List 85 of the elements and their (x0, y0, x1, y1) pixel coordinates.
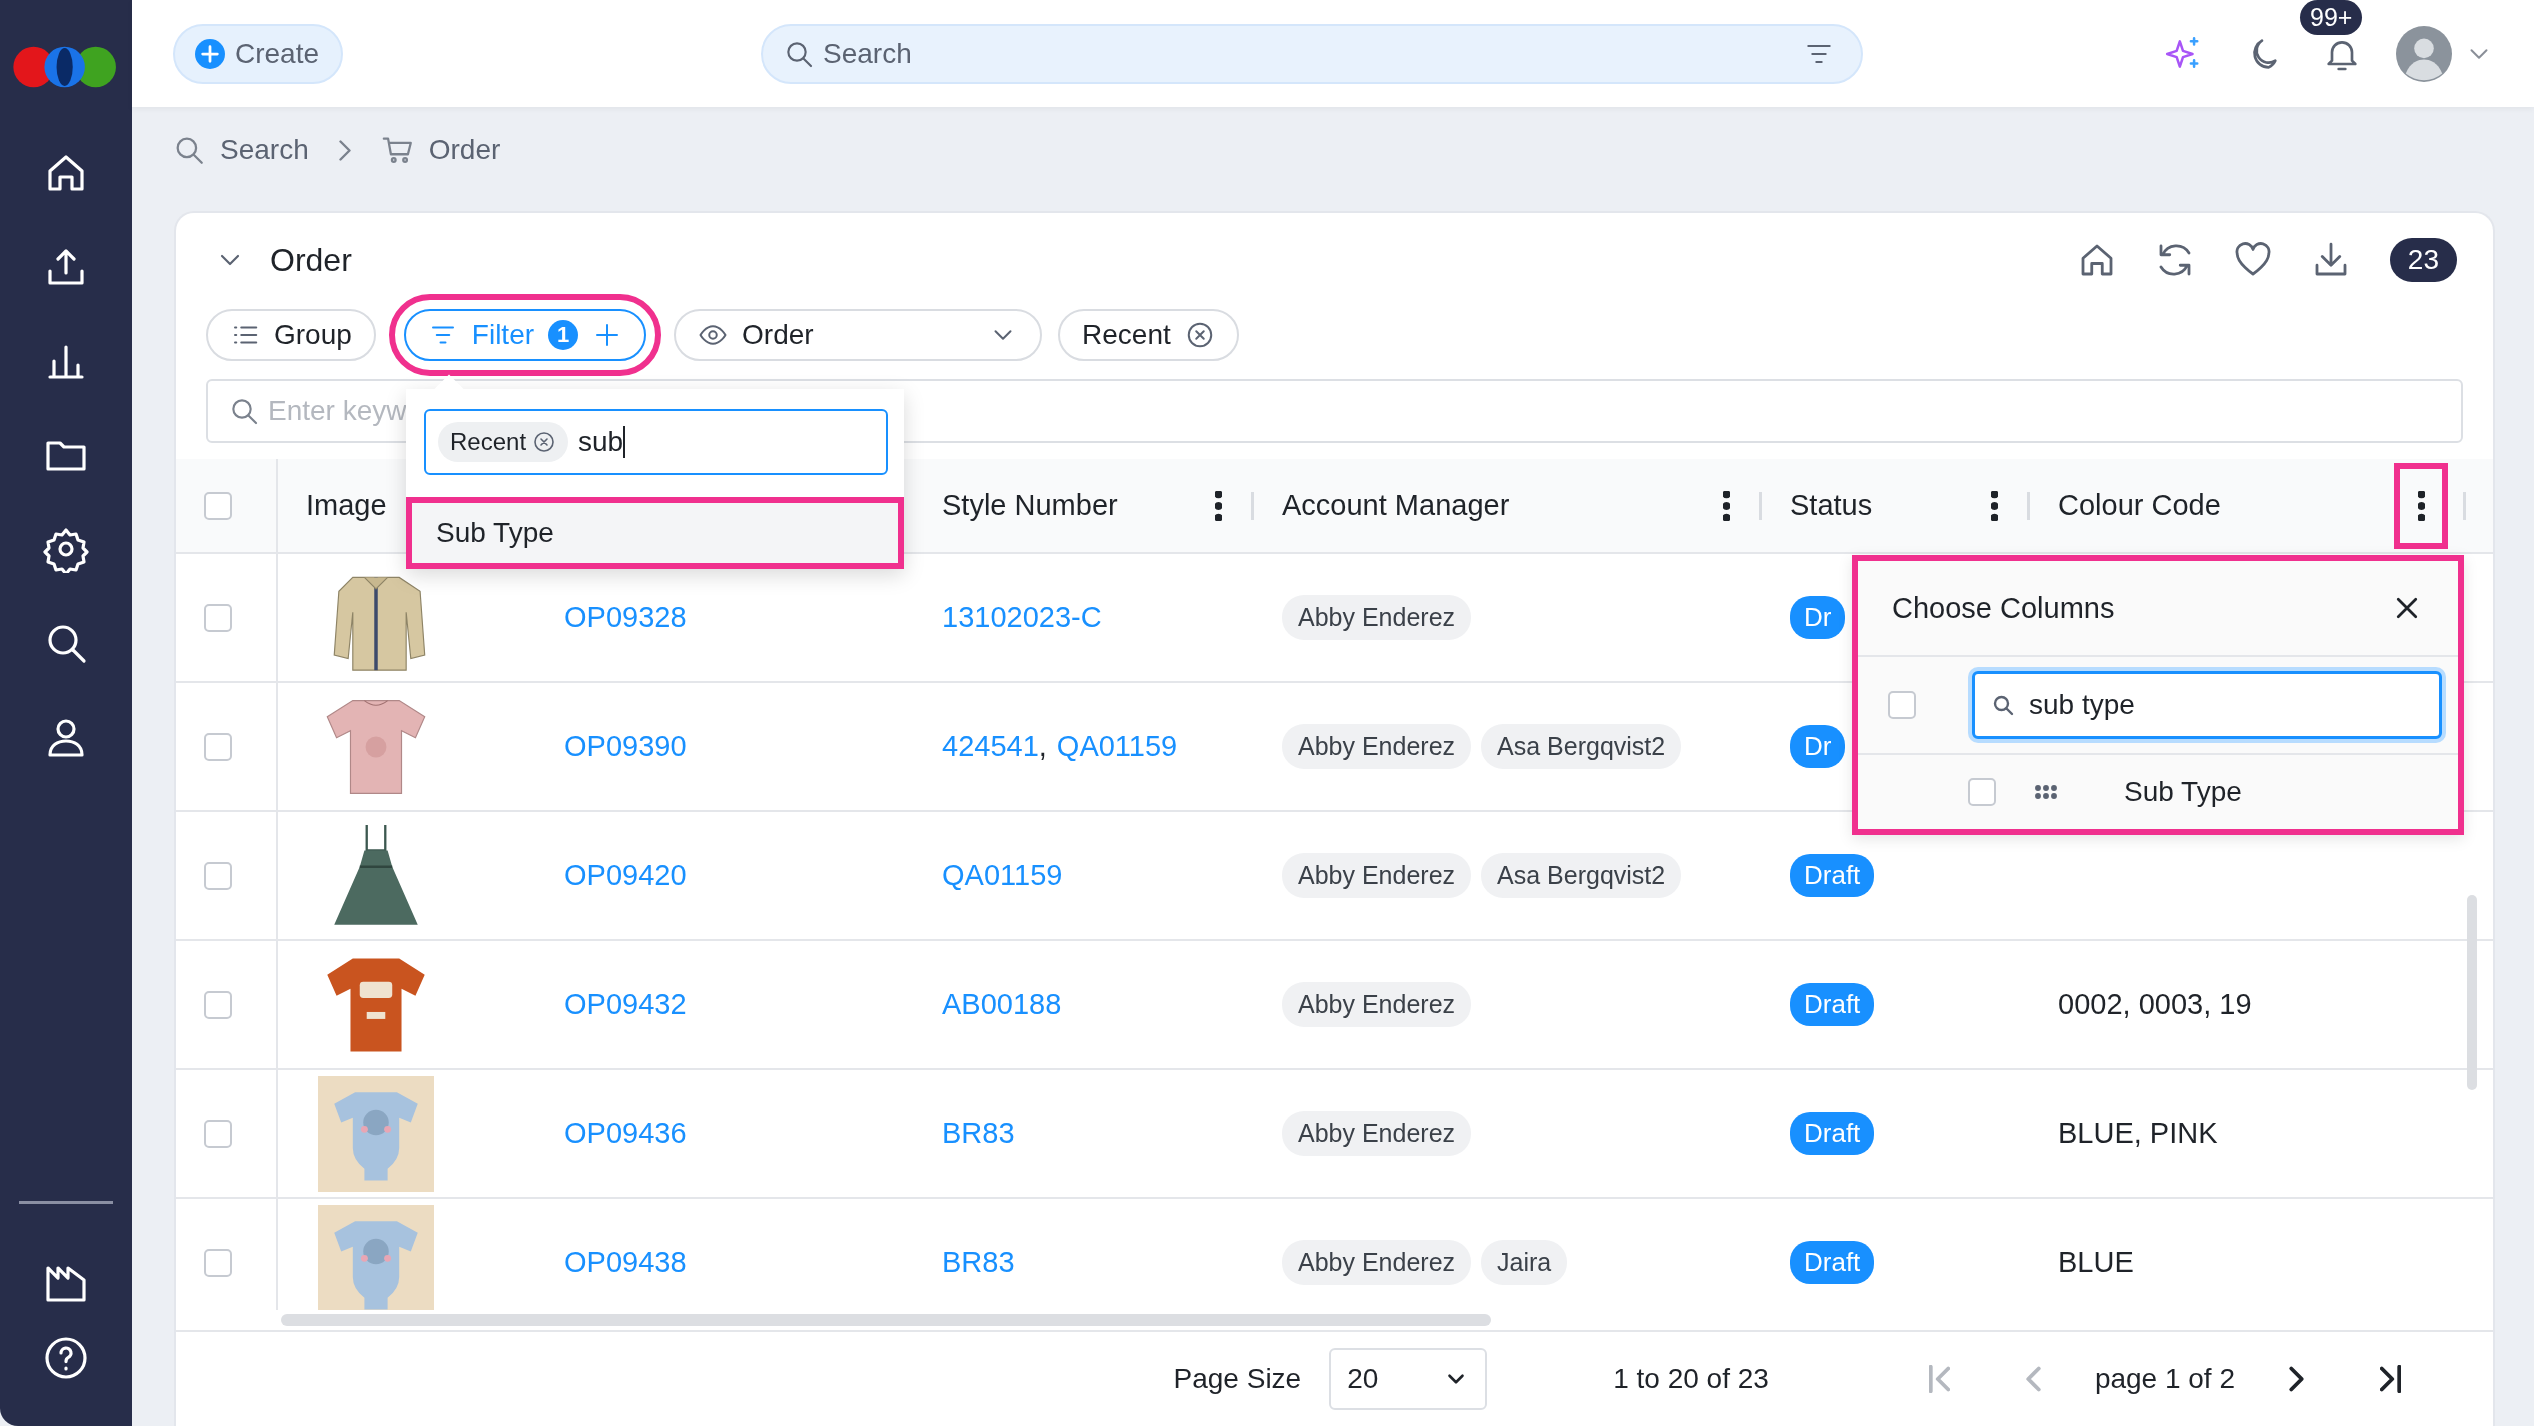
remove-icon[interactable] (532, 430, 557, 454)
column-header: Image (306, 489, 387, 522)
page-size-select[interactable]: 20 (1329, 1348, 1488, 1410)
row-checkbox[interactable] (204, 990, 232, 1019)
row-checkbox[interactable] (204, 732, 232, 761)
status-badge: Dr (1790, 596, 1846, 639)
vertical-scrollbar[interactable] (2467, 895, 2477, 1090)
filter-count-badge: 1 (548, 320, 579, 350)
user-tag: Abby Enderez (1282, 1240, 1472, 1285)
style-link[interactable]: BR83 (942, 1117, 1015, 1150)
horizontal-scrollbar[interactable] (281, 1314, 1491, 1326)
filter-option[interactable]: Sub Type (406, 497, 904, 569)
user-tag: Abby Enderez (1282, 853, 1472, 898)
column-header: Colour Code (2058, 489, 2221, 522)
column-menu-button[interactable] (2394, 462, 2448, 549)
page-size-label: Page Size (1173, 1363, 1302, 1395)
status-badge: Draft (1790, 854, 1875, 897)
panel-title: Order (270, 241, 352, 279)
select-all-checkbox[interactable] (204, 491, 232, 520)
column-header: Account Manager (1282, 489, 1510, 522)
style-link[interactable]: 424541 (942, 730, 1039, 763)
row-checkbox[interactable] (204, 1248, 232, 1277)
user-tag: Abby Enderez (1282, 595, 1472, 640)
row-checkbox[interactable] (204, 1119, 232, 1148)
plus-icon (195, 38, 225, 69)
status-badge: Dr (1790, 725, 1846, 768)
user-tag: Abby Enderez (1282, 1111, 1472, 1156)
style-link[interactable]: QA01159 (1056, 730, 1178, 763)
user-tag: Asa Bergqvist2 (1481, 724, 1682, 769)
order-link[interactable]: OP09420 (564, 859, 687, 892)
page-range: 1 to 20 of 23 (1613, 1363, 1769, 1395)
table-cell: 0002, 0003, 19 (2058, 988, 2252, 1021)
status-badge: Draft (1790, 1241, 1875, 1284)
help-icon[interactable] (42, 1334, 90, 1382)
view-dropdown[interactable]: Order (674, 309, 1043, 361)
chevron-right-icon (338, 139, 351, 161)
style-link[interactable]: QA01159 (942, 859, 1063, 892)
user-tag: Asa Bergqvist2 (1481, 853, 1682, 898)
filter-tag: Recent (438, 422, 569, 462)
order-link[interactable]: OP09436 (564, 1117, 687, 1150)
style-link[interactable]: 13102023-C (942, 601, 1102, 634)
order-link[interactable]: OP09390 (564, 730, 687, 763)
user-tag: Abby Enderez (1282, 982, 1472, 1027)
order-link[interactable]: OP09328 (564, 601, 687, 634)
table-cell: BLUE, PINK (2058, 1117, 2218, 1150)
row-checkbox[interactable] (204, 861, 232, 890)
table-cell: BLUE (2058, 1246, 2134, 1279)
count-badge: 23 (2389, 238, 2457, 282)
order-link[interactable]: OP09432 (564, 988, 687, 1021)
avatar[interactable] (2396, 25, 2452, 82)
column-header: Status (1790, 489, 1873, 522)
more-icon (1214, 490, 1222, 521)
more-icon (1722, 490, 1730, 521)
search-field[interactable]: Search (761, 23, 1864, 84)
status-badge: Draft (1790, 1112, 1875, 1155)
field-value: sub type (2029, 689, 2135, 721)
style-link[interactable]: BR83 (942, 1246, 1015, 1279)
notification-badge: 99+ (2300, 0, 2363, 35)
row-checkbox[interactable] (204, 603, 232, 632)
search-icon (1991, 693, 2015, 717)
create-button[interactable]: Create (173, 23, 344, 84)
breadcrumb-link[interactable]: Search (172, 133, 309, 167)
filter-input-field[interactable]: Recent sub (424, 409, 888, 475)
last-page-icon (2379, 1365, 2401, 1393)
group-button[interactable]: Group (206, 309, 376, 361)
style-link[interactable]: AB00188 (942, 988, 1062, 1021)
more-icon (1990, 490, 1998, 521)
search-placeholder: Enter keyw (268, 395, 407, 427)
more-icon (2417, 490, 2425, 521)
recent-chip[interactable]: Recent (1058, 309, 1239, 361)
select-all-checkbox[interactable] (1888, 691, 1916, 719)
first-page-icon (1929, 1365, 1951, 1393)
column-option: Sub Type (2124, 776, 2242, 808)
user-tag: Abby Enderez (1282, 724, 1472, 769)
order-link[interactable]: OP09438 (564, 1246, 687, 1279)
column-checkbox[interactable] (1968, 778, 1996, 806)
comma: , (1038, 730, 1047, 763)
column-header: Style Number (942, 489, 1118, 522)
settings-icon[interactable] (42, 525, 90, 573)
panel-title: Choose Columns (1892, 591, 2115, 625)
search-placeholder: Search (823, 37, 913, 70)
user-tag: Jaira (1481, 1240, 1568, 1285)
breadcrumb-link[interactable]: Order (380, 133, 501, 167)
page-indicator: page 1 of 2 (2094, 1363, 2235, 1395)
status-badge: Draft (1790, 983, 1875, 1026)
